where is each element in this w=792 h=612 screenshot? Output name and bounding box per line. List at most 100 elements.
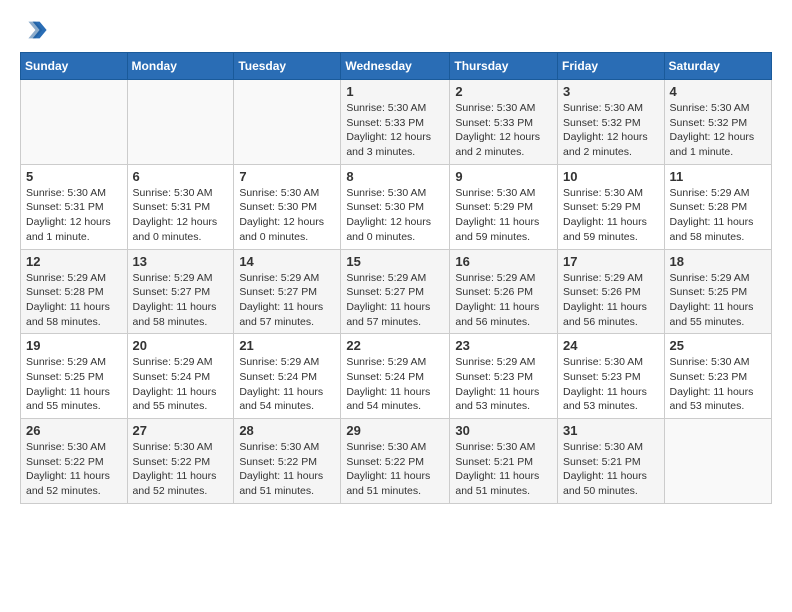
day-number: 30: [455, 423, 552, 438]
day-info: Sunrise: 5:30 AMSunset: 5:22 PMDaylight:…: [26, 440, 122, 499]
day-info: Sunrise: 5:29 AMSunset: 5:27 PMDaylight:…: [133, 271, 229, 330]
day-number: 26: [26, 423, 122, 438]
day-cell: 25 Sunrise: 5:30 AMSunset: 5:23 PMDayligh…: [664, 334, 771, 419]
day-cell: 5Sunrise: 5:30 AMSunset: 5:31 PMDaylight…: [21, 164, 128, 249]
day-info: Sunrise: 5:29 AMSunset: 5:27 PMDaylight:…: [346, 271, 444, 330]
day-cell: 23 Sunrise: 5:29 AMSunset: 5:23 PMDayligh…: [450, 334, 558, 419]
day-cell: 1Sunrise: 5:30 AMSunset: 5:33 PMDaylight…: [341, 80, 450, 165]
day-cell: 7Sunrise: 5:30 AMSunset: 5:30 PMDaylight…: [234, 164, 341, 249]
day-info: Sunrise: 5:29 AMSunset: 5:28 PMDaylight:…: [670, 186, 766, 245]
day-cell: [127, 80, 234, 165]
day-cell: 26 Sunrise: 5:30 AMSunset: 5:22 PMDayligh…: [21, 419, 128, 504]
day-info: Sunrise: 5:30 AMSunset: 5:29 PMDaylight:…: [563, 186, 659, 245]
day-info: Sunrise: 5:29 AMSunset: 5:27 PMDaylight:…: [239, 271, 335, 330]
day-info: Sunrise: 5:29 AMSunset: 5:24 PMDaylight:…: [239, 355, 335, 414]
day-info: Sunrise: 5:30 AMSunset: 5:30 PMDaylight:…: [239, 186, 335, 245]
day-cell: 20 Sunrise: 5:29 AMSunset: 5:24 PMDayligh…: [127, 334, 234, 419]
day-cell: 30 Sunrise: 5:30 AMSunset: 5:21 PMDayligh…: [450, 419, 558, 504]
day-header-saturday: Saturday: [664, 53, 771, 80]
day-number: 22: [346, 338, 444, 353]
week-row-5: 26 Sunrise: 5:30 AMSunset: 5:22 PMDayligh…: [21, 419, 772, 504]
day-cell: [21, 80, 128, 165]
day-number: 10: [563, 169, 659, 184]
day-info: Sunrise: 5:30 AMSunset: 5:32 PMDaylight:…: [563, 101, 659, 160]
day-cell: 15 Sunrise: 5:29 AMSunset: 5:27 PMDayligh…: [341, 249, 450, 334]
day-number: 14: [239, 254, 335, 269]
day-number: 21: [239, 338, 335, 353]
day-number: 15: [346, 254, 444, 269]
day-cell: 3 Sunrise: 5:30 AMSunset: 5:32 PMDaylight…: [558, 80, 665, 165]
day-number: 13: [133, 254, 229, 269]
day-number: 24: [563, 338, 659, 353]
day-info: Sunrise: 5:30 AMSunset: 5:32 PMDaylight:…: [670, 101, 766, 160]
day-info: Sunrise: 5:30 AMSunset: 5:29 PMDaylight:…: [455, 186, 552, 245]
day-number: 12: [26, 254, 122, 269]
calendar-header: SundayMondayTuesdayWednesdayThursdayFrid…: [21, 53, 772, 80]
day-cell: 31Sunrise: 5:30 AMSunset: 5:21 PMDayligh…: [558, 419, 665, 504]
week-row-1: 1 Sunrise: 5:30 AMSunset: 5:33 PMDaylight…: [21, 80, 772, 165]
day-number: 27: [133, 423, 229, 438]
calendar-table: SundayMondayTuesdayWednesdayThursdayFrid…: [20, 52, 772, 504]
day-info: Sunrise: 5:30 AMSunset: 5:33 PMDaylight:…: [455, 101, 552, 160]
day-info: Sunrise: 5:30 AMSunset: 5:23 PMDaylight:…: [563, 355, 659, 414]
day-cell: 2 Sunrise: 5:30 AMSunset: 5:33 PMDaylight…: [450, 80, 558, 165]
day-info: Sunrise: 5:30 AMSunset: 5:31 PMDaylight:…: [133, 186, 229, 245]
day-info: Sunrise: 5:30 AMSunset: 5:23 PMDaylight:…: [670, 355, 766, 414]
week-row-3: 12Sunrise: 5:29 AMSunset: 5:28 PMDayligh…: [21, 249, 772, 334]
day-info: Sunrise: 5:30 AMSunset: 5:21 PMDaylight:…: [455, 440, 552, 499]
day-number: 28: [239, 423, 335, 438]
logo: [20, 16, 52, 44]
day-header-monday: Monday: [127, 53, 234, 80]
day-info: Sunrise: 5:30 AMSunset: 5:22 PMDaylight:…: [239, 440, 335, 499]
day-number: 19: [26, 338, 122, 353]
day-cell: 10 Sunrise: 5:30 AMSunset: 5:29 PMDayligh…: [558, 164, 665, 249]
day-header-friday: Friday: [558, 53, 665, 80]
day-cell: 28 Sunrise: 5:30 AMSunset: 5:22 PMDayligh…: [234, 419, 341, 504]
day-cell: 19 Sunrise: 5:29 AMSunset: 5:25 PMDayligh…: [21, 334, 128, 419]
day-number: 20: [133, 338, 229, 353]
week-row-2: 5Sunrise: 5:30 AMSunset: 5:31 PMDaylight…: [21, 164, 772, 249]
day-number: 18: [670, 254, 766, 269]
day-info: Sunrise: 5:30 AMSunset: 5:30 PMDaylight:…: [346, 186, 444, 245]
day-cell: 12Sunrise: 5:29 AMSunset: 5:28 PMDayligh…: [21, 249, 128, 334]
days-header-row: SundayMondayTuesdayWednesdayThursdayFrid…: [21, 53, 772, 80]
day-header-thursday: Thursday: [450, 53, 558, 80]
day-cell: 11Sunrise: 5:29 AMSunset: 5:28 PMDayligh…: [664, 164, 771, 249]
day-cell: 9 Sunrise: 5:30 AMSunset: 5:29 PMDaylight…: [450, 164, 558, 249]
day-number: 25: [670, 338, 766, 353]
day-number: 29: [346, 423, 444, 438]
page: SundayMondayTuesdayWednesdayThursdayFrid…: [0, 0, 792, 514]
day-info: Sunrise: 5:29 AMSunset: 5:25 PMDaylight:…: [26, 355, 122, 414]
day-number: 3: [563, 84, 659, 99]
day-info: Sunrise: 5:29 AMSunset: 5:26 PMDaylight:…: [455, 271, 552, 330]
day-number: 6: [133, 169, 229, 184]
day-cell: 24 Sunrise: 5:30 AMSunset: 5:23 PMDayligh…: [558, 334, 665, 419]
day-cell: [234, 80, 341, 165]
day-number: 1: [346, 84, 444, 99]
day-cell: 22 Sunrise: 5:29 AMSunset: 5:24 PMDayligh…: [341, 334, 450, 419]
day-number: 8: [346, 169, 444, 184]
day-number: 23: [455, 338, 552, 353]
day-cell: [664, 419, 771, 504]
day-cell: 13 Sunrise: 5:29 AMSunset: 5:27 PMDayligh…: [127, 249, 234, 334]
day-cell: 18Sunrise: 5:29 AMSunset: 5:25 PMDayligh…: [664, 249, 771, 334]
day-cell: 14 Sunrise: 5:29 AMSunset: 5:27 PMDayligh…: [234, 249, 341, 334]
day-number: 2: [455, 84, 552, 99]
day-cell: 27 Sunrise: 5:30 AMSunset: 5:22 PMDayligh…: [127, 419, 234, 504]
day-header-wednesday: Wednesday: [341, 53, 450, 80]
day-cell: 21 Sunrise: 5:29 AMSunset: 5:24 PMDayligh…: [234, 334, 341, 419]
day-info: Sunrise: 5:30 AMSunset: 5:22 PMDaylight:…: [133, 440, 229, 499]
day-cell: 16Sunrise: 5:29 AMSunset: 5:26 PMDayligh…: [450, 249, 558, 334]
day-info: Sunrise: 5:29 AMSunset: 5:24 PMDaylight:…: [346, 355, 444, 414]
day-info: Sunrise: 5:30 AMSunset: 5:31 PMDaylight:…: [26, 186, 122, 245]
day-cell: 6 Sunrise: 5:30 AMSunset: 5:31 PMDaylight…: [127, 164, 234, 249]
day-number: 9: [455, 169, 552, 184]
day-cell: 4Sunrise: 5:30 AMSunset: 5:32 PMDaylight…: [664, 80, 771, 165]
day-number: 31: [563, 423, 659, 438]
day-cell: 8 Sunrise: 5:30 AMSunset: 5:30 PMDaylight…: [341, 164, 450, 249]
day-info: Sunrise: 5:29 AMSunset: 5:23 PMDaylight:…: [455, 355, 552, 414]
calendar-body: 1 Sunrise: 5:30 AMSunset: 5:33 PMDaylight…: [21, 80, 772, 504]
day-info: Sunrise: 5:30 AMSunset: 5:22 PMDaylight:…: [346, 440, 444, 499]
day-info: Sunrise: 5:29 AMSunset: 5:24 PMDaylight:…: [133, 355, 229, 414]
day-cell: 17Sunrise: 5:29 AMSunset: 5:26 PMDayligh…: [558, 249, 665, 334]
